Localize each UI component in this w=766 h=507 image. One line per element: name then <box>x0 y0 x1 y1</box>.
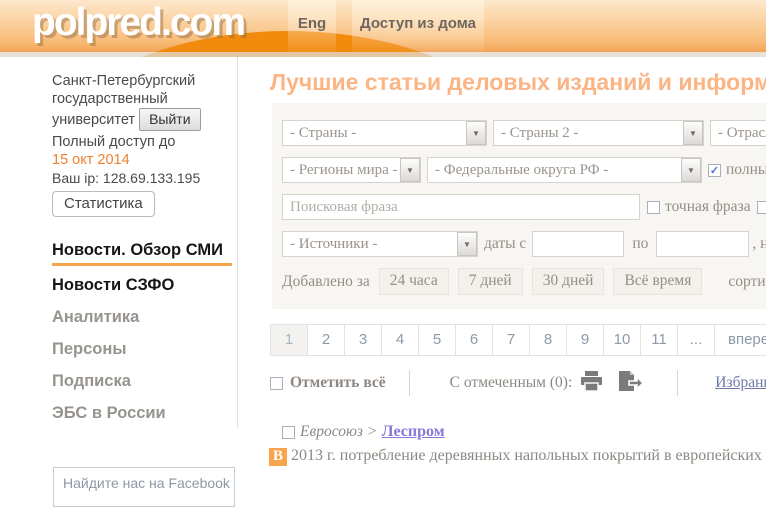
sidebar-nav: Новости. Обзор СМИ Новости СЗФО Аналитик… <box>52 241 227 423</box>
page-2[interactable]: 2 <box>308 325 345 355</box>
second-checkbox[interactable] <box>757 201 766 214</box>
tab-eng[interactable]: Eng <box>288 0 336 52</box>
sidebar: Санкт-Петербургский государственный унив… <box>0 57 238 428</box>
site-logo[interactable]: polpred.com <box>32 1 244 45</box>
page-5[interactable]: 5 <box>419 325 456 355</box>
page-title: Лучшие статьи деловых изданий и информ <box>270 69 766 96</box>
favorites-link[interactable]: Избранн <box>715 374 766 392</box>
article-text: В2013 г. потребление деревянных напольны… <box>269 447 766 466</box>
chevron-down-icon[interactable]: ▼ <box>466 121 486 145</box>
date-from-label: даты с <box>484 235 526 253</box>
sources-select-value: - Источники - <box>283 236 457 253</box>
period-24h-button[interactable]: 24 часа <box>379 268 449 295</box>
ip-address: Ваш ip: 128.69.133.195 <box>52 170 227 186</box>
header: polpred.com Eng Доступ из дома <box>0 0 766 57</box>
facebook-widget[interactable]: Найдите нас на Facebook <box>53 467 235 507</box>
sidebar-item-persons[interactable]: Персоны <box>52 340 227 359</box>
page-6[interactable]: 6 <box>456 325 493 355</box>
chevron-down-icon[interactable]: ▼ <box>400 158 420 182</box>
article-checkbox[interactable] <box>282 426 295 439</box>
sort-label: сортировать по да <box>728 273 766 291</box>
select-all-checkbox[interactable] <box>270 377 283 390</box>
export-document-icon[interactable] <box>617 371 643 396</box>
org-name-line3-text: университет <box>52 112 135 128</box>
countries-select[interactable]: - Страны - ▼ <box>282 120 487 146</box>
date-from-input[interactable] <box>532 231 624 257</box>
sidebar-item-news-overview[interactable]: Новости. Обзор СМИ <box>52 241 232 266</box>
page-forward[interactable]: вперед → <box>715 325 766 355</box>
world-regions-select-value: - Регионы мира - <box>283 162 400 179</box>
selection-toolbar: Отметить всё С отмеченным (0): Избранн <box>270 370 766 396</box>
chevron-down-icon[interactable]: ▼ <box>457 232 477 256</box>
statistics-button[interactable]: Статистика <box>52 191 155 217</box>
page-11[interactable]: 11 <box>641 325 678 355</box>
access-date: 15 окт 2014 <box>52 152 227 168</box>
tab-home-access[interactable]: Доступ из дома <box>352 0 484 52</box>
date-to-label: по <box>632 235 648 253</box>
page-9[interactable]: 9 <box>567 325 604 355</box>
org-name-line3: университетВыйти <box>52 108 227 131</box>
added-label: Добавлено за <box>282 273 370 291</box>
article-item: Евросоюз > Леспром В2013 г. потребление … <box>282 423 766 466</box>
filter-panel: - Страны - ▼ - Страны 2 - ▼ - Отрасл ▼ -… <box>272 103 766 309</box>
article-region: Евросоюз <box>300 423 363 441</box>
industries-select-value: - Отрасл <box>711 125 766 142</box>
article-dropcap: В <box>269 448 287 466</box>
page-7[interactable]: 7 <box>493 325 530 355</box>
filter-row-regions: - Регионы мира - ▼ - Федеральные округа … <box>282 157 766 183</box>
org-name-line1: Санкт-Петербургский <box>52 72 227 90</box>
toolbar-divider <box>677 370 678 396</box>
countries-select-value: - Страны - <box>283 125 466 142</box>
select-all-label: Отметить всё <box>290 374 386 392</box>
exact-phrase-checkbox[interactable] <box>647 201 660 214</box>
sources-select[interactable]: - Источники - ▼ <box>282 231 478 257</box>
pagination: 1 2 3 4 5 6 7 8 9 10 11 ... вперед → <box>270 324 766 356</box>
sidebar-item-ebs-russia[interactable]: ЭБС в России <box>52 404 227 423</box>
exact-phrase-label: точная фраза <box>665 198 751 216</box>
fulltext-label: полны <box>726 161 766 179</box>
filter-row-search: точная фраза с <box>282 194 766 220</box>
page-10[interactable]: 10 <box>604 325 641 355</box>
sidebar-item-subscription[interactable]: Подписка <box>52 372 227 391</box>
countries2-select[interactable]: - Страны 2 - ▼ <box>493 120 704 146</box>
with-marked-label: С отмеченным (0): <box>450 374 573 392</box>
article-category-link[interactable]: Леспром <box>382 423 445 441</box>
page-8[interactable]: 8 <box>530 325 567 355</box>
article-breadcrumb-separator: > <box>368 423 377 441</box>
page-1[interactable]: 1 <box>271 325 308 355</box>
access-label: Полный доступ до <box>52 134 227 150</box>
main-content: Лучшие статьи деловых изданий и информ -… <box>270 62 766 466</box>
period-7d-button[interactable]: 7 дней <box>458 268 523 295</box>
page-3[interactable]: 3 <box>345 325 382 355</box>
federal-districts-select[interactable]: - Федеральные округа РФ - ▼ <box>427 157 702 183</box>
page-4[interactable]: 4 <box>382 325 419 355</box>
chevron-down-icon[interactable]: ▼ <box>683 121 703 145</box>
filter-row-countries: - Страны - ▼ - Страны 2 - ▼ - Отрасл ▼ <box>282 120 766 146</box>
period-30d-button[interactable]: 30 дней <box>532 268 605 295</box>
article-text-body: 2013 г. потребление деревянных напольных… <box>291 447 766 464</box>
countries2-select-value: - Страны 2 - <box>494 125 683 142</box>
filter-row-sources: - Источники - ▼ даты с по , номера <box>282 231 766 257</box>
fulltext-checkbox[interactable]: ✓ <box>708 164 721 177</box>
logout-button[interactable]: Выйти <box>139 108 200 131</box>
sidebar-item-analytics[interactable]: Аналитика <box>52 308 227 327</box>
date-to-input[interactable] <box>656 231 749 257</box>
org-name-line2: государственный <box>52 90 227 108</box>
period-alltime-button[interactable]: Всё время <box>613 268 702 295</box>
chevron-down-icon[interactable]: ▼ <box>681 158 701 182</box>
numbers-label: , номера <box>752 235 766 253</box>
print-icon[interactable] <box>580 371 603 396</box>
page-ellipsis[interactable]: ... <box>678 325 715 355</box>
article-header: Евросоюз > Леспром <box>282 423 766 441</box>
world-regions-select[interactable]: - Регионы мира - ▼ <box>282 157 421 183</box>
industries-select[interactable]: - Отрасл ▼ <box>710 120 766 146</box>
sort-label-text: сортировать <box>728 273 766 290</box>
search-input[interactable] <box>282 194 640 220</box>
filter-row-periods: Добавлено за 24 часа 7 дней 30 дней Всё … <box>282 268 766 295</box>
toolbar-divider <box>409 370 410 396</box>
federal-districts-select-value: - Федеральные округа РФ - <box>428 162 681 179</box>
sidebar-item-news-szfo[interactable]: Новости СЗФО <box>52 276 227 295</box>
